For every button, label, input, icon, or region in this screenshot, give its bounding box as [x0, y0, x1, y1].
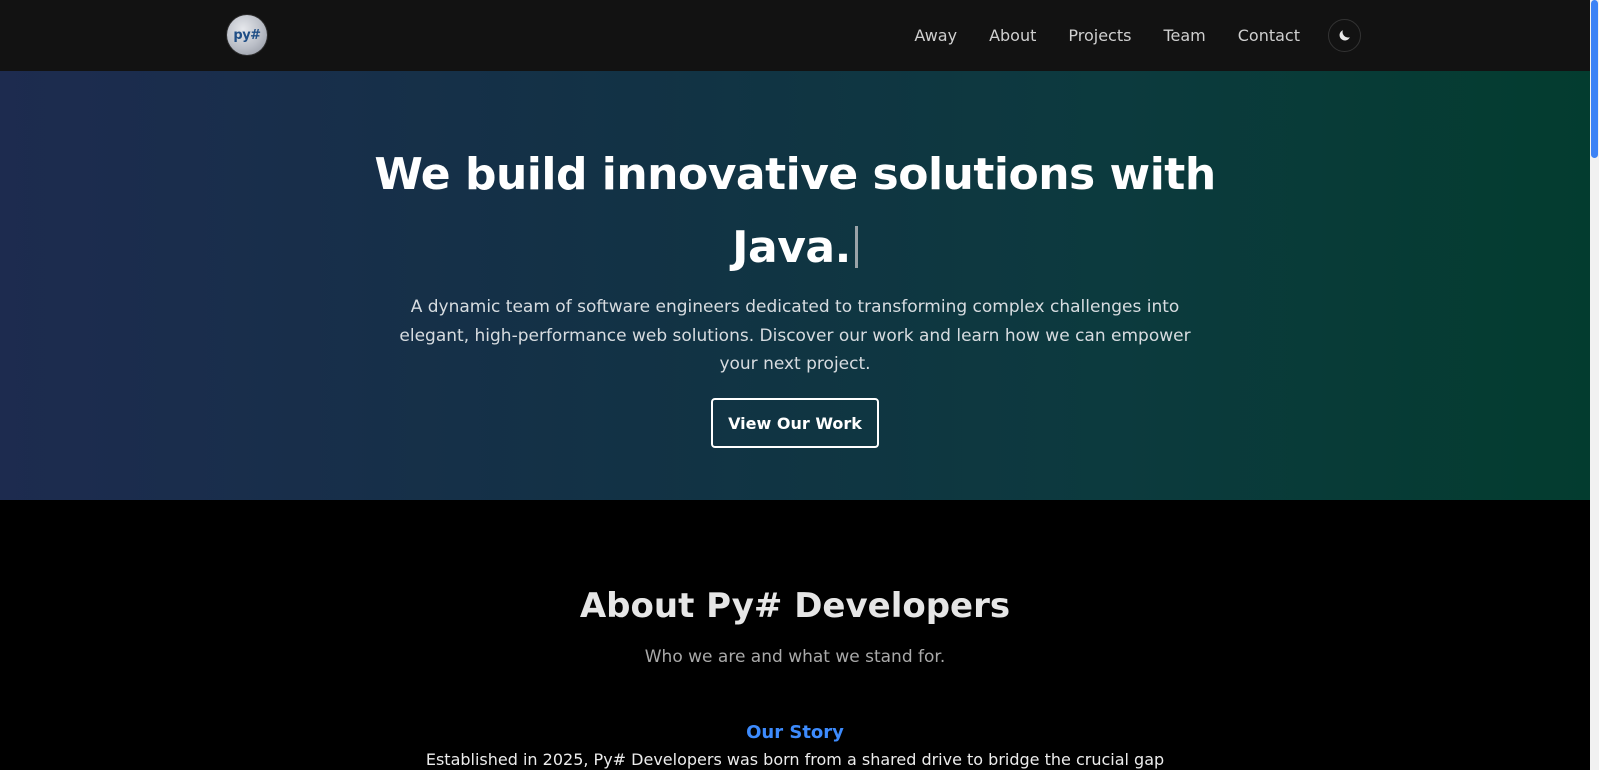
hero-typed-word: Java.: [732, 222, 851, 273]
hero-title-line: We build innovative solutions with: [374, 149, 1216, 200]
nav-link-contact[interactable]: Contact: [1238, 26, 1300, 45]
nav-link-away[interactable]: Away: [914, 26, 957, 45]
page: py# Away About Projects Team Contact We …: [0, 0, 1599, 770]
scrollbar[interactable]: [1590, 0, 1599, 770]
about-subtitle: Who we are and what we stand for.: [644, 647, 946, 667]
nav-link-projects[interactable]: Projects: [1068, 26, 1131, 45]
hero-title: We build innovative solutions with Java.: [300, 138, 1290, 284]
navbar: py# Away About Projects Team Contact: [0, 0, 1590, 71]
about-title: About Py# Developers: [579, 586, 1011, 626]
logo[interactable]: py#: [227, 15, 267, 55]
view-our-work-button[interactable]: View Our Work: [711, 398, 879, 448]
typing-cursor: [854, 226, 858, 268]
hero-description: A dynamic team of software engineers ded…: [399, 297, 1191, 374]
nav-link-team[interactable]: Team: [1163, 26, 1205, 45]
scrollbar-thumb[interactable]: [1591, 0, 1598, 158]
nav-links: Away About Projects Team Contact: [914, 0, 1300, 71]
theme-toggle-button[interactable]: [1328, 19, 1361, 52]
logo-text: py#: [233, 27, 261, 43]
hero-section: We build innovative solutions with Java.…: [0, 71, 1590, 500]
our-story-heading: Our Story: [746, 722, 844, 743]
our-story-text: Established in 2025, Py# Developers was …: [425, 750, 1165, 769]
moon-icon: [1339, 30, 1350, 41]
nav-link-about[interactable]: About: [989, 26, 1036, 45]
